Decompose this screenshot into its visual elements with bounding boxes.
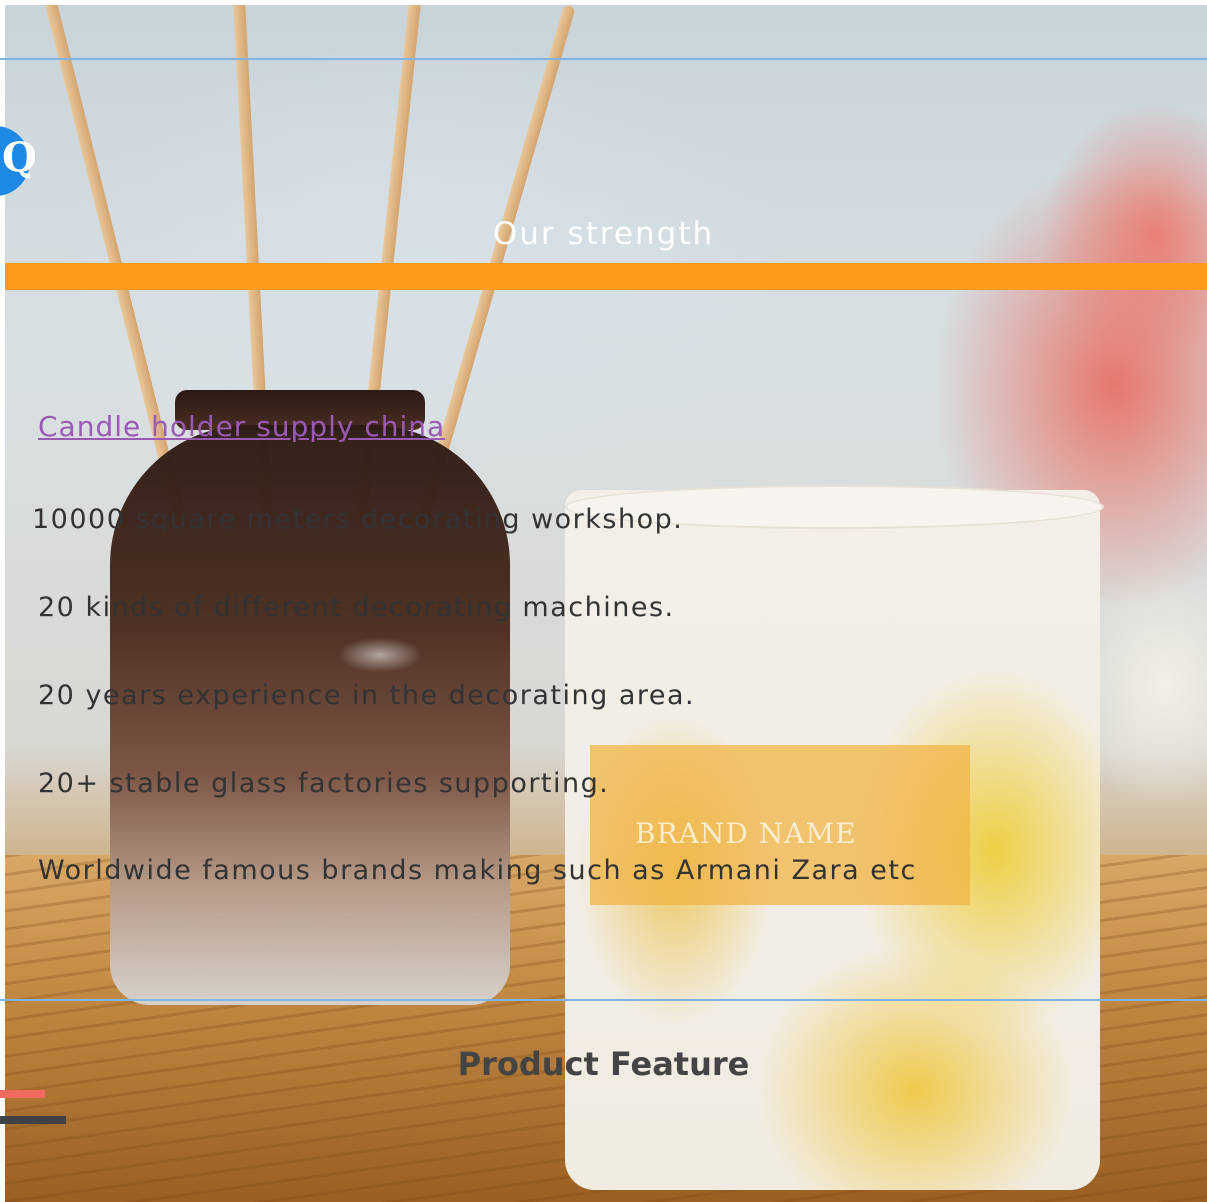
strength-point: 20+ stable glass factories supporting. [38, 768, 610, 799]
orange-accent-bar [5, 263, 1207, 290]
strength-point: Worldwide famous brands making such as A… [38, 855, 917, 886]
decorative-red-bar [0, 1090, 45, 1098]
q-badge-letter[interactable]: Q [2, 138, 37, 178]
product-feature-heading: Product Feature [457, 1045, 750, 1083]
candle-holder-link[interactable]: Candle holder supply china [38, 410, 445, 443]
strength-point: 20 years experience in the decorating ar… [38, 680, 696, 711]
decorative-dark-bar [0, 1116, 66, 1124]
bottom-divider-line [0, 999, 1207, 1001]
jar-brand-name: BRAND NAME [635, 817, 857, 850]
strength-point: 10000 square meters decorating workshop. [32, 504, 684, 535]
section-title: Our strength [492, 216, 715, 252]
top-divider-line [0, 58, 1207, 60]
strength-point: 20 kinds of different decorating machine… [38, 592, 675, 623]
